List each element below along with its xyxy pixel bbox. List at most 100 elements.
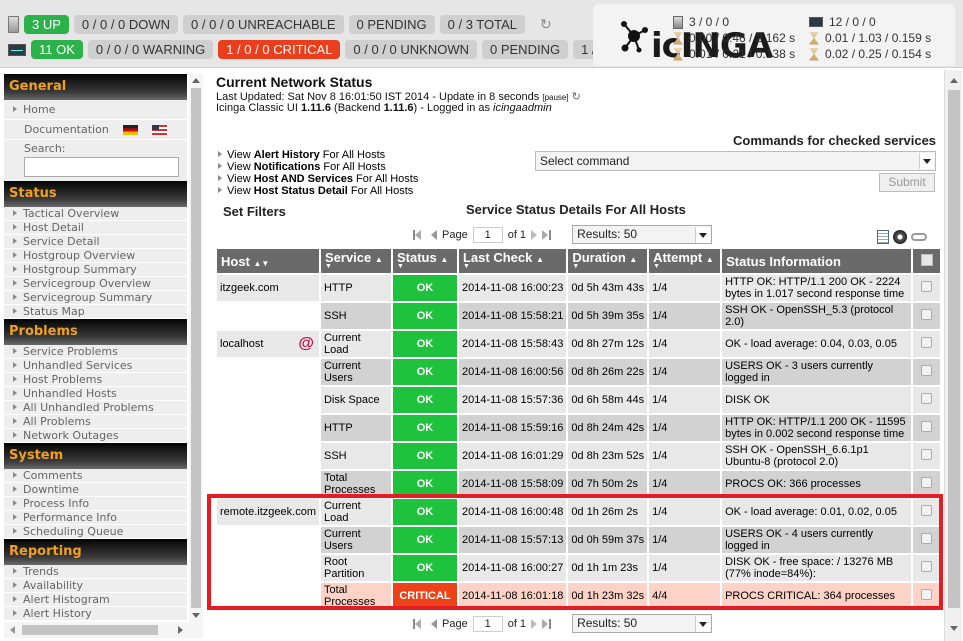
results-per-page-select[interactable]: Results: 50 — [572, 614, 713, 633]
chevron-down-icon[interactable] — [695, 227, 711, 243]
set-filters-link[interactable]: Set Filters — [223, 204, 286, 219]
csv-export-icon[interactable] — [877, 230, 889, 244]
service-name[interactable]: Total Processes — [320, 471, 391, 497]
refresh-icon[interactable]: ↻ — [540, 16, 552, 33]
service-name[interactable]: Total Processes — [320, 583, 391, 609]
sidebar-vertical-scrollbar[interactable] — [189, 74, 203, 622]
nav-trends[interactable]: Trends — [4, 565, 187, 579]
service-name[interactable]: HTTP — [320, 415, 391, 441]
nav-alert-histogram[interactable]: Alert Histogram — [4, 593, 187, 607]
hosts-up-badge[interactable]: 3 UP — [24, 15, 69, 34]
prev-page-icon[interactable] — [431, 618, 437, 629]
col-status[interactable]: Status ▲ ▼ — [392, 249, 457, 273]
services-warning-badge[interactable]: 0 / 0 / 0 WARNING — [87, 40, 214, 59]
nav-all-problems[interactable]: All Problems — [4, 415, 187, 429]
scroll-thumb[interactable] — [948, 90, 960, 608]
nav-host-problems[interactable]: Host Problems — [4, 373, 187, 387]
col-select-all[interactable] — [913, 249, 941, 273]
host-cell[interactable]: remote.itzgeek.com — [217, 499, 319, 525]
row-checkbox[interactable] — [921, 533, 933, 544]
row-checkbox[interactable] — [921, 589, 933, 600]
scroll-up-icon[interactable] — [950, 78, 958, 83]
service-name[interactable]: SSH — [320, 443, 391, 469]
chevron-down-icon[interactable] — [919, 153, 934, 169]
english-flag-icon[interactable] — [151, 124, 167, 135]
hosts-down-badge[interactable]: 0 / 0 / 0 DOWN — [73, 15, 179, 34]
col-service[interactable]: Service ▲ ▼ — [320, 249, 391, 273]
next-page-icon[interactable] — [531, 229, 538, 240]
nav-process-info[interactable]: Process Info — [4, 497, 187, 511]
scroll-down-icon[interactable] — [950, 626, 958, 631]
row-checkbox[interactable] — [921, 337, 933, 348]
row-checkbox[interactable] — [921, 561, 933, 572]
results-per-page-select[interactable]: Results: 50 — [572, 225, 713, 244]
select-all-checkbox[interactable] — [920, 253, 933, 266]
host-cell[interactable]: itzgeek.com — [217, 275, 319, 301]
hosts-total-badge[interactable]: 0 / 3 TOTAL — [439, 15, 525, 34]
link-notifications[interactable]: View Notifications For All Hosts — [218, 161, 418, 173]
row-checkbox[interactable] — [921, 365, 933, 376]
sidebar-horizontal-scrollbar[interactable] — [4, 622, 203, 638]
nav-downtime[interactable]: Downtime — [4, 483, 187, 497]
nav-service-detail[interactable]: Service Detail — [4, 235, 187, 249]
last-page-icon[interactable] — [542, 229, 552, 240]
nav-status-map[interactable]: Status Map — [4, 305, 187, 319]
scroll-down-icon[interactable] — [192, 613, 200, 618]
services-critical-badge[interactable]: 1 / 0 / 0 CRITICAL — [218, 40, 341, 59]
nav-performance-info[interactable]: Performance Info — [4, 511, 187, 525]
german-flag-icon[interactable] — [122, 124, 138, 135]
nav-servicegroup-overview[interactable]: Servicegroup Overview — [4, 277, 187, 291]
hosts-unreachable-badge[interactable]: 0 / 0 / 0 UNREACHABLE — [183, 15, 344, 34]
row-checkbox[interactable] — [921, 449, 933, 460]
link-host-status-detail[interactable]: View Host Status Detail For All Hosts — [218, 185, 418, 197]
submit-button[interactable]: Submit — [879, 173, 935, 192]
pause-link[interactable]: [pause] — [542, 93, 568, 102]
col-host[interactable]: Host ▲▼ — [217, 249, 319, 273]
nav-network-outages[interactable]: Network Outages — [4, 429, 187, 443]
chevron-down-icon[interactable] — [695, 616, 711, 632]
first-page-icon[interactable] — [413, 229, 422, 240]
nav-unhandled-services[interactable]: Unhandled Services — [4, 359, 187, 373]
search-input[interactable] — [24, 157, 179, 177]
nav-alert-history[interactable]: Alert History — [4, 607, 187, 621]
hosts-pending-badge[interactable]: 0 PENDING — [348, 15, 435, 34]
row-checkbox[interactable] — [921, 393, 933, 404]
service-name[interactable]: Root Partition — [320, 555, 391, 581]
json-export-icon[interactable] — [893, 230, 907, 244]
prev-page-icon[interactable] — [431, 229, 437, 240]
host-name[interactable]: itzgeek.com — [220, 282, 279, 294]
nav-service-problems[interactable]: Service Problems — [4, 345, 187, 359]
scroll-thumb[interactable] — [22, 625, 158, 635]
service-name[interactable]: Current Users — [320, 359, 391, 385]
scroll-right-icon[interactable] — [178, 626, 183, 634]
next-page-icon[interactable] — [531, 618, 538, 629]
col-last-check[interactable]: Last Check ▲ ▼ — [458, 249, 567, 273]
scroll-left-icon[interactable] — [10, 626, 15, 634]
nav-documentation[interactable]: Documentation — [4, 120, 187, 140]
nav-comments[interactable]: Comments — [4, 469, 187, 483]
col-duration[interactable]: Duration ▲ ▼ — [568, 249, 648, 273]
row-checkbox[interactable] — [921, 281, 933, 292]
service-name[interactable]: Current Load — [320, 499, 391, 525]
link-alert-history[interactable]: View Alert History For All Hosts — [218, 149, 418, 161]
command-select[interactable]: Select command — [535, 151, 936, 171]
nav-unhandled-hosts[interactable]: Unhandled Hosts — [4, 387, 187, 401]
host-name[interactable]: localhost — [220, 338, 263, 350]
page-input[interactable]: 1 — [472, 226, 503, 243]
scroll-thumb[interactable] — [191, 88, 201, 608]
nav-tactical-overview[interactable]: Tactical Overview — [4, 207, 187, 221]
services-ok-badge[interactable]: 11 OK — [31, 40, 83, 59]
host-cell[interactable]: localhost @ — [217, 331, 319, 357]
row-checkbox[interactable] — [921, 477, 933, 488]
nav-hostgroup-summary[interactable]: Hostgroup Summary — [4, 263, 187, 277]
service-name[interactable]: Disk Space — [320, 387, 391, 413]
nav-availability[interactable]: Availability — [4, 579, 187, 593]
services-unknown-badge[interactable]: 0 / 0 / 0 UNKNOWN — [345, 40, 477, 59]
nav-scheduling-queue[interactable]: Scheduling Queue — [4, 525, 187, 539]
nav-hostgroup-overview[interactable]: Hostgroup Overview — [4, 249, 187, 263]
service-name[interactable]: SSH — [320, 303, 391, 329]
nav-host-detail[interactable]: Host Detail — [4, 221, 187, 235]
first-page-icon[interactable] — [413, 618, 422, 629]
link-icon[interactable] — [911, 233, 927, 241]
scroll-up-icon[interactable] — [192, 78, 200, 83]
